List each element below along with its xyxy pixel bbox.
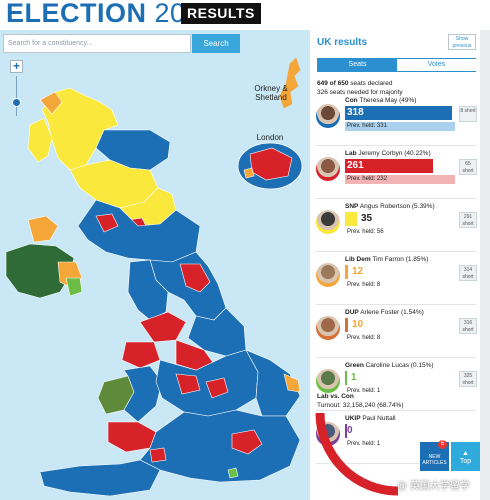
- leader-name: Theresa May (49%): [359, 97, 417, 104]
- seats-bar: [345, 371, 347, 385]
- declared-count: 649 of 650: [317, 80, 349, 87]
- party-abbr: Con: [345, 97, 358, 104]
- party-abbr: Green: [345, 362, 364, 369]
- london-label: London: [256, 133, 284, 142]
- results-badge: RESULTS: [181, 3, 261, 24]
- seat-count: 261: [347, 160, 364, 171]
- back-to-top-button[interactable]: ▲ Top: [451, 442, 480, 471]
- row-divider: [316, 304, 476, 305]
- new-articles-count-badge: 6: [438, 440, 447, 449]
- seats-short-badge: 8 short: [459, 106, 477, 122]
- london-inset-orange: [243, 167, 255, 179]
- england-brighton-green: [227, 467, 239, 479]
- prev-value: 8: [376, 335, 381, 341]
- avatar: [316, 369, 340, 393]
- watermark: @ 英国大学留学: [397, 481, 470, 492]
- orkney-shetland-label: Orkney & Shetland: [254, 84, 288, 102]
- seats-short-badge: 291 short: [459, 212, 477, 228]
- party-leader-label: DUP Arlene Foster (1.54%): [345, 309, 424, 316]
- party-row: SNP Angus Robertson (5.39%) 35 Prev. held:…: [310, 203, 480, 257]
- gauge-lab-arc: [315, 413, 399, 496]
- leader-name: Angus Robertson (5.39%): [359, 203, 435, 210]
- lab-vs-con-title: Lab vs. Con: [317, 393, 354, 400]
- seat-count: 35: [361, 213, 373, 224]
- previously-held: Prev. held: 8: [345, 334, 455, 343]
- previously-held: Prev. held: 331: [345, 122, 455, 131]
- show-previous-button[interactable]: Show previous: [448, 34, 476, 50]
- row-divider: [316, 357, 476, 358]
- scrollbar[interactable]: [480, 30, 490, 500]
- leader-name: Caroline Lucas (0.15%): [365, 362, 434, 369]
- prev-prefix: Prev. held:: [347, 335, 377, 341]
- row-divider: [316, 251, 476, 252]
- seats-bar: [345, 212, 357, 226]
- party-row: Con Theresa May (49%) 318 Prev. held: 331 8…: [310, 97, 480, 151]
- wales-south-red: [107, 421, 157, 453]
- leader-name: Jeremy Corbyn (40.22%): [358, 150, 431, 157]
- tab-seats[interactable]: Seats: [318, 59, 397, 71]
- seat-count: 318: [347, 107, 364, 118]
- ni-east-green: [65, 277, 83, 297]
- prev-value: 331: [376, 123, 387, 129]
- seat-count: 1: [351, 372, 357, 383]
- prev-prefix: Prev. held:: [347, 229, 377, 235]
- prev-prefix: Prev. held:: [347, 282, 377, 288]
- top-label: Top: [459, 458, 472, 465]
- turnout-text: Turnout: 32,158,240 (68.74%): [317, 402, 404, 409]
- party-leader-label: Green Caroline Lucas (0.15%): [345, 362, 434, 369]
- prev-prefix: Prev. held:: [347, 176, 377, 182]
- prev-value: 232: [376, 176, 387, 182]
- party-leader-label: Lib Dem Tim Farron (1.85%): [345, 256, 428, 263]
- row-divider: [316, 145, 476, 146]
- previously-held: Prev. held: 232: [345, 175, 455, 184]
- party-leader-label: Con Theresa May (49%): [345, 97, 416, 104]
- tab-votes[interactable]: Votes: [397, 59, 476, 71]
- leader-name: Tim Farron (1.85%): [372, 256, 429, 263]
- england-bristol-red: [149, 447, 167, 463]
- seats-short-badge: 314 short: [459, 265, 477, 281]
- majority-note: 326 seats needed for majority: [317, 89, 403, 96]
- prev-value: 56: [376, 229, 384, 235]
- row-divider: [316, 198, 476, 199]
- party-abbr: DUP: [345, 309, 359, 316]
- seats-short-badge: 316 short: [459, 318, 477, 334]
- previously-held: Prev. held: 56: [345, 228, 455, 237]
- seats-short-badge: 65 short: [459, 159, 477, 175]
- party-abbr: Lab: [345, 150, 357, 157]
- avatar: [316, 263, 340, 287]
- seats-bar: [345, 318, 348, 332]
- row-divider: [316, 410, 476, 411]
- declared-text: seats declared: [348, 80, 393, 87]
- party-row: Lib Dem Tim Farron (1.85%) 12 Prev. held: …: [310, 256, 480, 310]
- party-abbr: Lib Dem: [345, 256, 371, 263]
- avatar: [316, 157, 340, 181]
- party-row: DUP Arlene Foster (1.54%) 10 Prev. held: 8…: [310, 309, 480, 363]
- seat-count: 10: [352, 319, 364, 330]
- england-southwest-blue: [39, 459, 161, 497]
- chevron-up-icon: ▲: [462, 450, 469, 457]
- seats-bar: [345, 265, 348, 279]
- england-south-blue: [139, 409, 301, 483]
- uk-results-title: UK results: [317, 37, 368, 48]
- scotland-west-orange: [27, 215, 59, 243]
- declared-summary: 649 of 650 seats declared 326 seats need…: [317, 79, 403, 97]
- prev-prefix: Prev. held:: [347, 123, 377, 129]
- avatar: [316, 316, 340, 340]
- party-leader-label: Lab Jeremy Corbyn (40.22%): [345, 150, 431, 157]
- leader-name: Arlene Foster (1.54%): [360, 309, 424, 316]
- results-tabs: Seats Votes: [317, 58, 476, 72]
- avatar: [316, 104, 340, 128]
- results-panel: UK results Show previous Seats Votes 649…: [310, 30, 480, 500]
- party-leader-label: SNP Angus Robertson (5.39%): [345, 203, 435, 210]
- seats-short-badge: 325 short: [459, 371, 477, 387]
- party-abbr: SNP: [345, 203, 359, 210]
- england-merseyside-red: [121, 341, 161, 369]
- seat-count: 12: [352, 266, 364, 277]
- prev-value: 8: [376, 282, 381, 288]
- avatar: [316, 210, 340, 234]
- previously-held: Prev. held: 8: [345, 281, 455, 290]
- lab-vs-con-section: Lab vs. Con Turnout: 32,158,240 (68.74%): [317, 392, 403, 410]
- page-header: ELECTION 2017 RESULTS: [0, 0, 490, 28]
- party-row: Lab Jeremy Corbyn (40.22%) 261 Prev. held:…: [310, 150, 480, 204]
